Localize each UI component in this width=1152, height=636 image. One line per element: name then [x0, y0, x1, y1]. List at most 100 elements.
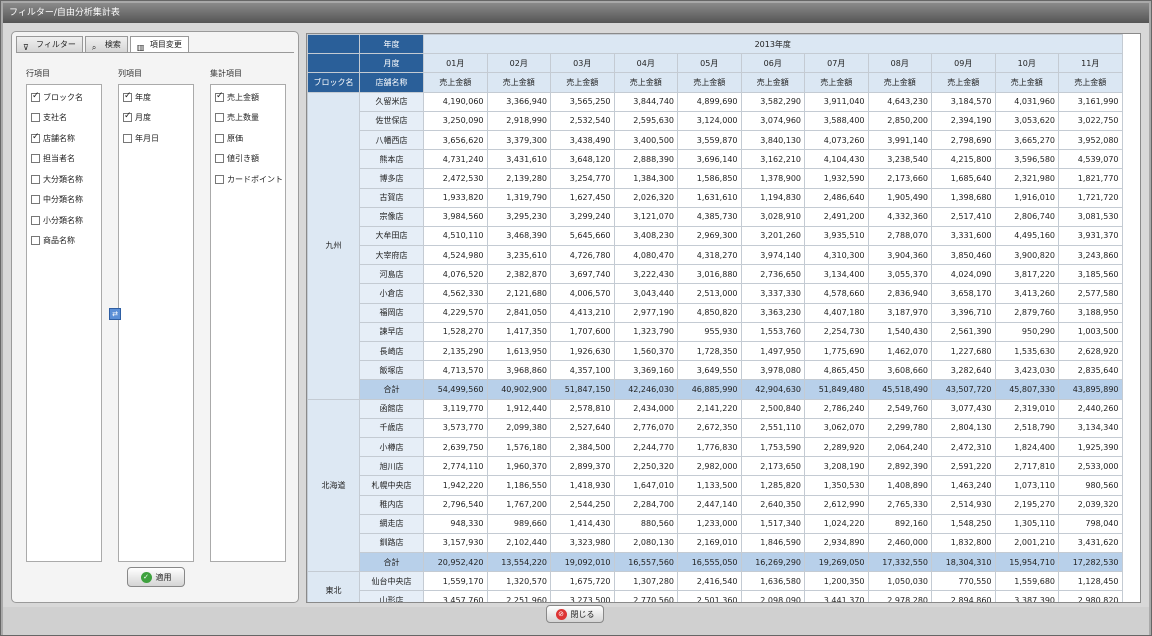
value-cell: 4,031,960	[994, 91, 1059, 112]
rows-item[interactable]: ブロック名	[27, 87, 101, 108]
close-button[interactable]: ⊘ 閉じる	[546, 605, 604, 623]
total-value-cell: 42,904,630	[740, 379, 805, 400]
table-row[interactable]: 旭川店 2,774,110 1,960,370 2,899,370 2,250,320 2…	[308, 456, 1123, 477]
value-cell: 892,160	[867, 513, 932, 534]
table-row[interactable]: 大牟田店 4,510,110 3,468,390 5,645,660 3,408,230…	[308, 225, 1123, 247]
value-cell: 1,767,200	[486, 494, 551, 515]
cols-item[interactable]: 年月日	[119, 128, 193, 149]
table-row[interactable]: 博多店 2,472,530 2,139,280 3,254,770 1,384,300 1…	[308, 168, 1123, 189]
checkbox[interactable]	[31, 113, 40, 123]
value-cell: 3,379,300	[486, 129, 551, 151]
value-cell: 2,434,000	[613, 398, 678, 419]
table-row[interactable]: 宗像店 3,984,560 3,295,230 3,299,240 3,121,070 4…	[308, 206, 1123, 227]
value-cell: 3,457,760	[423, 590, 488, 602]
store-name-cell: 千歳店	[359, 417, 424, 438]
table-row[interactable]: 八幡西店 3,656,620 3,379,300 3,438,490 3,400,500…	[308, 129, 1123, 151]
col-items-list[interactable]: 年度月度年月日	[118, 84, 194, 562]
table-row[interactable]: 熊本店 4,731,240 3,431,610 3,648,120 2,888,390 3…	[308, 149, 1123, 170]
checkbox[interactable]	[215, 133, 224, 143]
table-row[interactable]: 釧路店 3,157,930 2,102,440 3,323,980 2,080,130 2…	[308, 532, 1123, 554]
value-cell: 2,486,640	[804, 187, 869, 208]
table-row[interactable]: 河島店 4,076,520 2,382,870 3,697,740 3,222,430 3…	[308, 264, 1123, 285]
rows-item[interactable]: 大分類名称	[27, 169, 101, 190]
checkbox[interactable]	[31, 215, 40, 225]
table-row[interactable]: 札幌中央店 1,942,220 1,186,550 1,418,930 1,647,01…	[308, 475, 1123, 496]
table-row[interactable]: 小倉店 4,562,330 2,121,680 4,006,570 3,043,440 2…	[308, 283, 1123, 304]
value-cell: 4,357,100	[550, 360, 615, 381]
value-cell: 3,559,870	[677, 129, 742, 151]
move-items-icon[interactable]: ⇄	[109, 308, 121, 320]
value-cell: 1,675,720	[550, 571, 615, 592]
checkbox[interactable]	[215, 154, 224, 164]
table-row[interactable]: 福岡店 4,229,570 2,841,050 4,413,210 2,977,190 4…	[308, 302, 1123, 323]
table-row[interactable]: 小樽店 2,639,750 1,576,180 2,384,500 2,244,770 1…	[308, 436, 1123, 458]
value-cell: 3,162,210	[740, 149, 805, 170]
item-label: ブロック名	[43, 92, 83, 102]
value-cell: 3,904,360	[867, 245, 932, 266]
checkbox[interactable]	[31, 91, 40, 102]
total-row[interactable]: 合計 54,499,560 40,902,900 51,847,150 42,246,0…	[308, 379, 1123, 400]
table-row[interactable]: 大宰府店 4,524,980 3,235,610 4,726,780 4,080,470…	[308, 245, 1123, 266]
agg-item[interactable]: 売上数量	[211, 108, 285, 129]
agg-item[interactable]: 原価	[211, 128, 285, 149]
checkbox[interactable]	[31, 174, 40, 184]
apply-button[interactable]: ✓ 適用	[127, 567, 185, 587]
table-row[interactable]: 飯塚店 4,713,570 3,968,860 4,357,100 3,369,160 3…	[308, 360, 1123, 381]
value-cell: 2,533,000	[1058, 456, 1123, 477]
checkbox[interactable]	[31, 132, 40, 143]
tab-2[interactable]: ▥ 項目変更	[129, 36, 189, 52]
measure-header: 売上金額	[740, 72, 805, 93]
total-row[interactable]: 合計 20,952,420 13,554,220 19,092,010 16,557,5…	[308, 552, 1123, 573]
tab-0[interactable]: ⊽ フィルター	[16, 36, 83, 52]
table-row[interactable]: 東北 仙台中央店 1,559,170 1,320,570 1,675,720 1,307,…	[307, 571, 1123, 602]
rows-item[interactable]: 商品名称	[27, 231, 101, 252]
agg-item[interactable]: 売上金額	[211, 87, 285, 108]
table-row[interactable]: 九州 久留米店 4,190,060 3,366,940 3,565,250 3,844,7…	[307, 91, 1123, 400]
checkbox[interactable]	[31, 236, 40, 246]
table-row[interactable]: 千歳店 3,573,770 2,099,380 2,527,640 2,776,070 2…	[308, 417, 1123, 438]
rows-item[interactable]: 店舗名称	[27, 128, 101, 149]
cols-item[interactable]: 月度	[119, 108, 193, 129]
value-cell: 3,295,230	[486, 206, 551, 227]
value-cell: 4,413,210	[550, 302, 615, 323]
rows-item[interactable]: 小分類名称	[27, 210, 101, 231]
checkbox[interactable]	[215, 174, 224, 184]
table-row[interactable]: 諫早店 1,528,270 1,417,350 1,707,600 1,323,790 9…	[308, 321, 1123, 343]
rows-item[interactable]: 中分類名称	[27, 190, 101, 211]
checkbox[interactable]	[215, 91, 224, 102]
checkbox[interactable]	[31, 195, 40, 205]
value-cell: 2,894,860	[931, 590, 996, 602]
rows-item[interactable]: 支社名	[27, 108, 101, 129]
table-row[interactable]: 網走店 948,330 989,660 1,414,430 880,560 1,233,0…	[308, 513, 1123, 534]
value-cell: 1,821,770	[1058, 168, 1123, 189]
checkbox[interactable]	[123, 133, 132, 143]
tab-1[interactable]: ⌕ 検索	[84, 36, 128, 52]
pivot-grid[interactable]: 年度 2013年度 月度 01月 02月 03月 04月 05月 06月 07月 08月 09月 10月…	[306, 33, 1141, 603]
total-value-cell: 17,282,530	[1058, 552, 1123, 573]
agg-items-list[interactable]: 売上金額売上数量原価値引き額カードポイント	[210, 84, 286, 562]
table-row[interactable]: 稚内店 2,796,540 1,767,200 2,544,250 2,284,700 2…	[308, 494, 1123, 515]
table-row[interactable]: 佐世保店 3,250,090 2,918,990 2,532,540 2,595,630…	[308, 110, 1123, 131]
checkbox[interactable]	[123, 111, 132, 123]
agg-item[interactable]: カードポイント	[211, 169, 285, 190]
value-cell: 4,713,570	[423, 360, 488, 381]
value-cell: 2,284,700	[613, 494, 678, 515]
table-row[interactable]: 北海道 函館店 3,119,770 1,912,440 2,578,810 2,434,0…	[307, 398, 1123, 573]
table-row[interactable]: 古賀店 1,933,820 1,319,790 1,627,450 2,026,320 1…	[308, 187, 1123, 208]
table-row[interactable]: 長崎店 2,135,290 1,613,950 1,926,630 1,560,370 1…	[308, 340, 1123, 362]
checkbox[interactable]	[215, 113, 224, 123]
checkbox[interactable]	[31, 154, 40, 164]
header-blank	[307, 34, 360, 55]
value-cell: 3,254,770	[550, 168, 615, 189]
value-cell: 3,387,390	[994, 590, 1059, 602]
agg-item[interactable]: 値引き額	[211, 149, 285, 170]
checkbox[interactable]	[123, 91, 132, 102]
value-cell: 2,517,410	[931, 206, 996, 227]
value-cell: 2,384,500	[550, 436, 615, 458]
item-label: 月度	[135, 113, 151, 123]
cols-item[interactable]: 年度	[119, 87, 193, 108]
row-items-list[interactable]: ブロック名支社名店舗名称担当者名大分類名称中分類名称小分類名称商品名称	[26, 84, 102, 562]
value-cell: 3,188,950	[1058, 302, 1123, 323]
rows-item[interactable]: 担当者名	[27, 149, 101, 170]
table-row[interactable]: 山形店 3,457,760 2,251,960 3,273,500 2,770,560 2…	[308, 590, 1123, 602]
